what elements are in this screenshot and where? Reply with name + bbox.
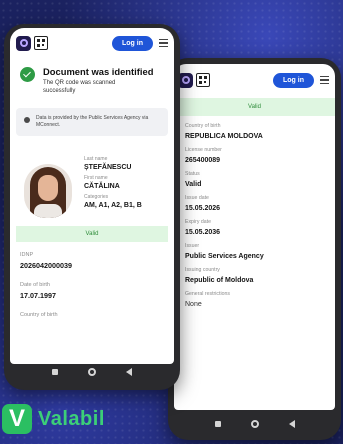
field-value: Public Services Agency xyxy=(185,253,264,260)
categories-value: AM, A1, A2, B1, B xyxy=(84,202,142,210)
qr-code-icon[interactable] xyxy=(34,36,48,50)
app-header: Log in xyxy=(174,64,335,96)
back-icon[interactable] xyxy=(288,420,295,428)
detail-field: Country of birth REPUBLICA MOLDOVA xyxy=(174,116,335,140)
field-label: Country of birth xyxy=(185,123,221,129)
back-phone: Log in Valid Country of birth REPUBLICA … xyxy=(168,58,341,440)
detail-field: Country of birth xyxy=(10,300,174,318)
qr-code-icon[interactable] xyxy=(196,73,210,87)
app-logo-icon[interactable] xyxy=(16,35,31,51)
first-name-label: First name xyxy=(84,175,108,182)
detail-field: Expiry date 15.05.2036 xyxy=(174,212,335,236)
back-phone-screen: Log in Valid Country of birth REPUBLICA … xyxy=(174,64,335,410)
home-icon[interactable] xyxy=(88,368,96,376)
detail-field: Issuing country Republic of Moldova xyxy=(174,260,335,284)
brand-logo: V Valabil xyxy=(2,404,105,434)
detail-field: Issue date 15.05.2026 xyxy=(174,188,335,212)
identification-status: Document was identified The QR code was … xyxy=(10,58,174,95)
android-nav-bar xyxy=(168,420,341,428)
idnp-value: 2026042000039 xyxy=(20,261,72,271)
first-name-value: CĂTĂLINA xyxy=(84,183,120,191)
field-label: Expiry date xyxy=(185,219,211,225)
recent-apps-icon[interactable] xyxy=(214,421,221,427)
field-label: Issuing country xyxy=(185,267,220,273)
app-logo-icon[interactable] xyxy=(178,72,193,88)
field-label: License number xyxy=(185,147,222,153)
status-title: Document was identified xyxy=(43,66,154,77)
recent-apps-icon[interactable] xyxy=(52,369,58,375)
dob-label: Date of birth xyxy=(20,282,50,289)
field-label: Issuer xyxy=(185,243,200,249)
login-button[interactable]: Log in xyxy=(112,35,153,51)
field-value: 15.05.2026 xyxy=(185,205,221,212)
valid-status-bar: Valid xyxy=(16,226,168,243)
detail-field: Issuer Public Services Agency xyxy=(174,236,335,260)
field-label: Issue date xyxy=(185,195,209,201)
front-phone: Log in Document was identified The QR co… xyxy=(4,24,180,390)
holder-photo xyxy=(24,164,72,219)
app-header: Log in xyxy=(10,28,174,58)
brand-name: Valabil xyxy=(38,407,105,430)
back-icon[interactable] xyxy=(126,368,132,376)
valid-status-bar: Valid xyxy=(174,98,335,116)
field-value: None xyxy=(185,301,202,308)
field-value: REPUBLICA MOLDOVA xyxy=(185,133,263,140)
field-value: 15.05.2036 xyxy=(185,229,221,236)
android-nav-bar xyxy=(4,368,180,376)
info-icon xyxy=(24,117,30,124)
last-name-label: Last name xyxy=(84,156,108,163)
detail-field: Date of birth 17.07.1997 xyxy=(10,270,174,300)
dob-value: 17.07.1997 xyxy=(20,291,56,301)
check-circle-icon xyxy=(20,67,35,82)
front-phone-screen: Log in Document was identified The QR co… xyxy=(10,28,174,364)
status-subtitle: The QR code was scanned successfully xyxy=(43,80,116,95)
field-label: Status xyxy=(185,171,200,177)
field-value: 265400089 xyxy=(185,157,221,164)
profile-card: Last name ȘTEFĂNESCU First name CĂTĂLINA… xyxy=(10,136,174,219)
detail-field: Status Valid xyxy=(174,164,335,188)
detail-field: General restrictions None xyxy=(174,284,335,308)
hamburger-menu-icon[interactable] xyxy=(320,76,329,84)
info-notice: Data is provided by the Public Services … xyxy=(16,108,168,137)
field-value: Republic of Moldova xyxy=(185,277,254,284)
hamburger-menu-icon[interactable] xyxy=(159,39,168,47)
idnp-label: IDNP xyxy=(20,252,34,259)
last-name-value: ȘTEFĂNESCU xyxy=(84,164,132,172)
field-value: Valid xyxy=(185,181,202,188)
field-label: General restrictions xyxy=(185,291,230,297)
categories-label: Categories xyxy=(84,194,109,201)
valabil-logo-icon: V xyxy=(2,404,32,434)
detail-field: IDNP 2026042000039 xyxy=(10,242,174,270)
home-icon[interactable] xyxy=(250,420,259,428)
login-button[interactable]: Log in xyxy=(273,72,314,88)
country-of-birth-label: Country of birth xyxy=(20,312,58,319)
info-text: Data is provided by the Public Services … xyxy=(36,115,149,129)
detail-field: License number 265400089 xyxy=(174,140,335,164)
